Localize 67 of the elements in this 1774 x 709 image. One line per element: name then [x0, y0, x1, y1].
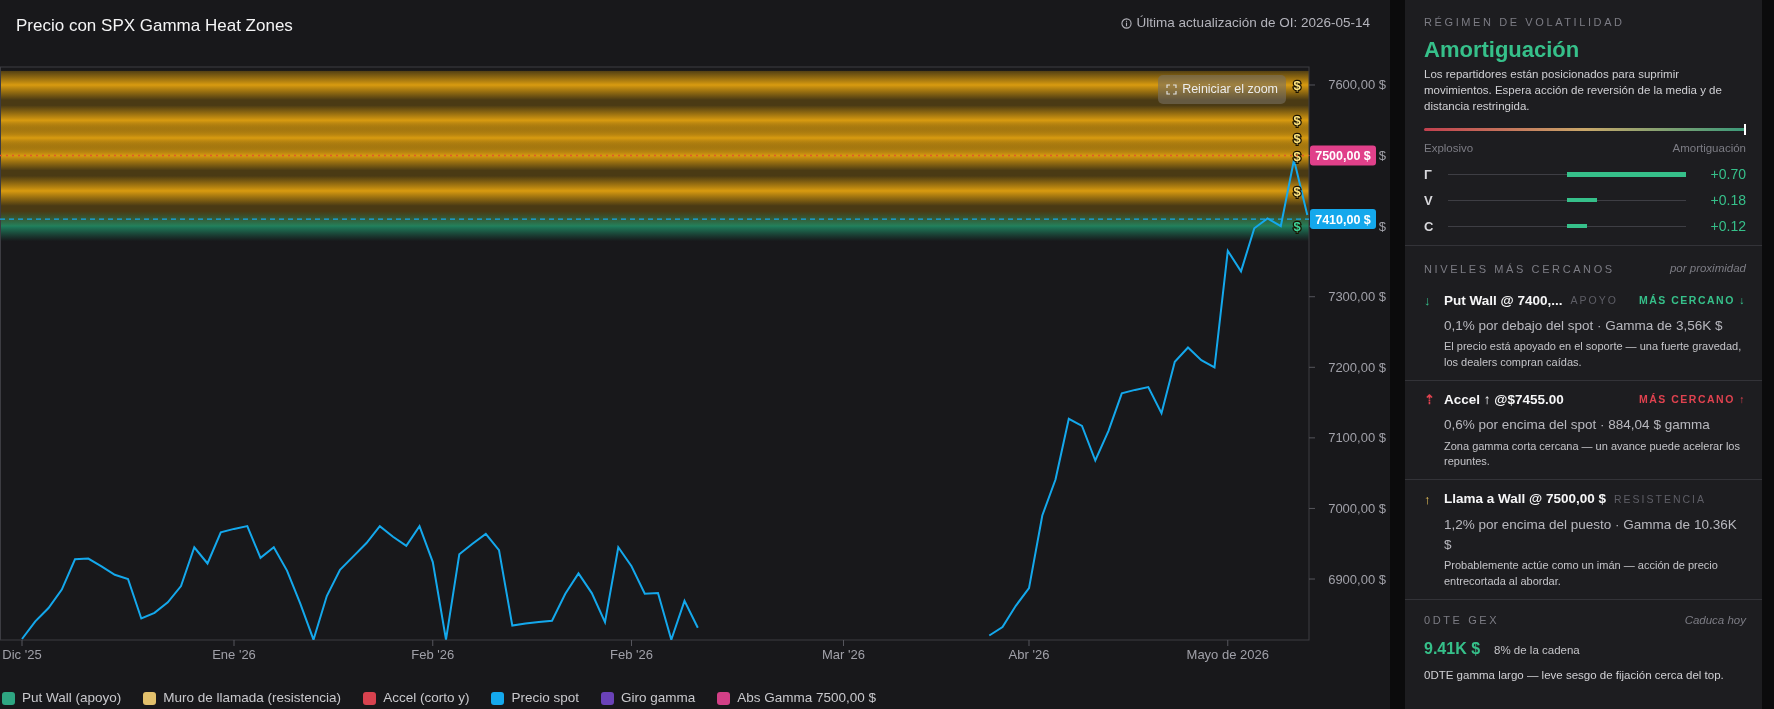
greek-value: +0.70	[1709, 164, 1746, 184]
price-tag: 7410,00 $	[1310, 209, 1376, 230]
section-heading: 0DTE GEX	[1424, 613, 1500, 629]
axis-label: Feb '26	[610, 647, 653, 662]
dollar-marker: $	[1293, 78, 1301, 93]
gauge-label: Explosivo	[1424, 141, 1474, 157]
section-heading: NIVELES MÁS CERCANOS	[1424, 261, 1615, 277]
level-description: Zona gamma corta cercana — un avance puede acelerar los repuntes.	[1444, 438, 1741, 470]
dollar-marker: $	[1293, 113, 1301, 129]
legend-label: Precio spot	[511, 688, 579, 707]
level-detail: 1,2% por encima del puesto · Gamma de 10.36K $	[1444, 515, 1738, 554]
level-title: Put Wall @ 7400,...	[1444, 291, 1563, 310]
level-tag: APOYO	[1570, 292, 1618, 309]
axis-label: 7300,00 $	[1328, 289, 1386, 305]
axis-label: 7200,00 $	[1328, 359, 1386, 375]
legend-label: Muro de llamada (resistencia)	[163, 688, 342, 707]
update-note: Última actualización de OI: 2026-05-14	[1136, 13, 1370, 32]
axis-label: 7000,00 $	[1328, 500, 1386, 516]
arrow-icon: ⇡	[1424, 390, 1436, 410]
greek-value: +0.18	[1709, 190, 1746, 210]
greek-symbol: Γ	[1424, 165, 1433, 184]
greek-symbol: V	[1424, 191, 1434, 210]
arrow-icon: ↓	[1424, 291, 1436, 311]
axis-label: $	[1378, 218, 1386, 234]
level-title: Llama a Wall @ 7500,00 $	[1444, 490, 1606, 509]
level-detail: 0,1% por debajo del spot · Gamma de 3,56K $	[1444, 316, 1724, 335]
axis-label: Ene '26	[212, 647, 256, 662]
dollar-marker: $	[1293, 130, 1301, 146]
arrow-icon: ↑	[1424, 489, 1436, 510]
gauge-label: Amortiguación	[1672, 141, 1746, 157]
gex-description: 0DTE gamma largo — leve sesgo de fijación cerca del top.	[1424, 668, 1725, 684]
axis-label: Mayo de 2026	[1186, 647, 1269, 662]
legend-label: Giro gamma	[620, 688, 696, 707]
greek-value: +0.12	[1709, 216, 1746, 236]
level-detail: 0,6% por encima del spot · 884,04 $ gamma	[1444, 416, 1711, 435]
expand-icon	[1166, 83, 1178, 95]
level-description: El precio está apoyado en el soporte — una fuerte gravedad, los dealers compran caídas.	[1444, 339, 1743, 371]
regime-name: Amortiguación	[1424, 36, 1581, 63]
axis-label: 7600,00 $	[1328, 77, 1386, 93]
axis-label: Mar '26	[822, 647, 865, 662]
section-note: por proximidad	[1669, 261, 1746, 277]
legend-label: Accel (corto y)	[383, 688, 470, 707]
axis-label: Feb '26	[411, 647, 455, 662]
chart-title: Precio con SPX Gamma Heat Zones	[16, 15, 293, 38]
level-tag: RESISTENCIA	[1614, 491, 1706, 508]
legend-label: Put Wall (apoyo)	[22, 688, 122, 707]
axis-label: 6900,00 $	[1328, 571, 1386, 587]
axis-label: 7100,00 $	[1328, 430, 1386, 446]
level-description: Probablemente actúe como un imán — acción de precio entrecortada al abordar.	[1444, 558, 1719, 590]
greek-symbol: C	[1424, 217, 1435, 236]
axis-label: Dic '25	[2, 647, 42, 662]
price-tag: 7500,00 $	[1310, 145, 1376, 166]
dollar-marker: $	[1293, 183, 1301, 199]
level-title: Accel ↑ @$7455.00	[1444, 391, 1564, 410]
section-note: Caduca hoy	[1684, 613, 1746, 629]
axis-label: $	[1378, 148, 1386, 164]
nearest-label: MÁS CERCANO ↓	[1639, 292, 1746, 308]
dollar-marker: $	[1293, 219, 1301, 235]
info-icon	[1120, 17, 1132, 29]
section-heading: RÉGIMEN DE VOLATILIDAD	[1424, 15, 1626, 30]
gex-value: 9.41K $	[1424, 639, 1481, 660]
nearest-label: MÁS CERCANO ↑	[1639, 392, 1746, 408]
reset-zoom-button[interactable]: Reiniciar el zoom	[1158, 75, 1286, 104]
axis-label: Abr '26	[1008, 647, 1050, 662]
regime-description: Los repartidores están posicionados para suprimir movimientos. Espera acción de reversión de la media y de distancia restringida.	[1424, 66, 1723, 115]
gex-share: 8% de la cadena	[1494, 643, 1580, 659]
legend-label: Abs Gamma 7500,00 $	[737, 688, 877, 707]
